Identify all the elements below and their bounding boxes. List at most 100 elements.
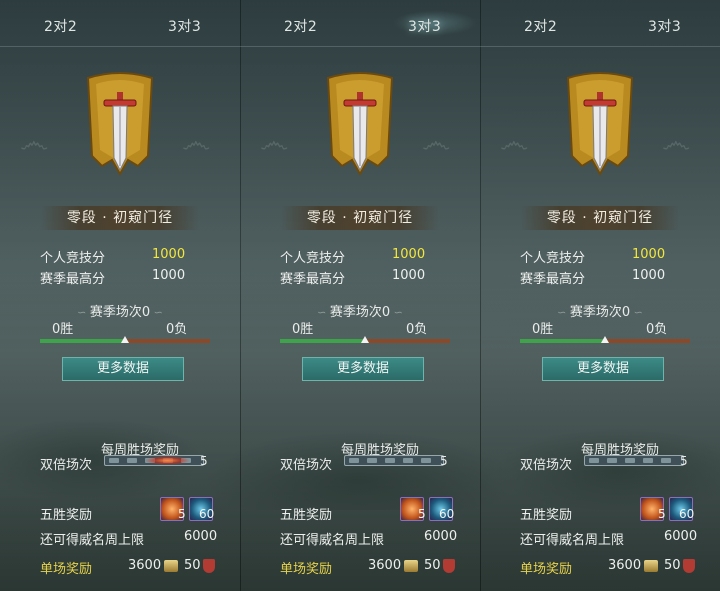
- item2-count: 60: [439, 507, 455, 521]
- single-shield-value: 50: [424, 558, 441, 573]
- item2-count: 60: [679, 507, 695, 521]
- bar-segment: [349, 458, 359, 463]
- bar-segment: [607, 458, 617, 463]
- weekly-cap-label: 还可得威名周上限: [40, 533, 145, 548]
- double-matches-max: 5: [680, 454, 688, 468]
- coin-icon: [404, 560, 418, 572]
- win-loss-marker: [601, 336, 609, 343]
- bar-segment: [367, 458, 377, 463]
- season-matches-text: 赛季场次0: [569, 305, 631, 320]
- cloud-ornament-left: ෴: [500, 125, 529, 160]
- five-win-reward-label: 五胜奖励: [40, 508, 93, 523]
- bar-segment: [403, 458, 413, 463]
- bar-segment: [589, 458, 599, 463]
- bar-segment: [109, 458, 119, 463]
- cloud-ornament-right: ෴: [182, 125, 211, 160]
- season-best-label: 赛季最高分: [40, 272, 106, 287]
- weekly-cap-value: 6000: [664, 529, 698, 544]
- double-matches-label: 双倍场次: [520, 458, 573, 473]
- wins-count: 0胜: [52, 322, 74, 337]
- cloud-ornament-right: ෴: [422, 125, 451, 160]
- arena-panel-2: 2对2 3对3 ෴ ෴ 零段 · 初窥门径 个人竞技分 1000 赛季最高分 1…: [240, 0, 481, 591]
- rank-title: 零段 · 初窥门径: [280, 206, 440, 230]
- double-matches-bar: [104, 453, 204, 468]
- more-data-button[interactable]: 更多数据: [302, 357, 424, 381]
- losses-count: 0负: [166, 322, 188, 337]
- win-loss-marker: [121, 336, 129, 343]
- win-loss-marker: [361, 336, 369, 343]
- sword-banner-emblem-icon: [566, 72, 634, 177]
- item1-count: 5: [418, 507, 426, 521]
- item2-count: 60: [199, 507, 215, 521]
- rank-title: 零段 · 初窥门径: [40, 206, 200, 230]
- single-match-reward-label: 单场奖励: [40, 562, 93, 577]
- single-shield-value: 50: [664, 558, 681, 573]
- single-coin-value: 3600: [368, 558, 402, 573]
- season-matches-text: 赛季场次0: [329, 305, 391, 320]
- weekly-cap-label: 还可得威名周上限: [520, 533, 625, 548]
- double-matches-bar: [344, 455, 444, 466]
- season-matches: ∽ 赛季场次0 ∽: [0, 301, 240, 320]
- tab-3v3[interactable]: 3对3: [408, 16, 441, 36]
- tab-3v3[interactable]: 3对3: [168, 16, 201, 36]
- tab-2v2[interactable]: 2对2: [44, 16, 77, 36]
- double-matches-label: 双倍场次: [280, 458, 333, 473]
- ornament-left-icon: ∽: [557, 306, 570, 319]
- more-data-button[interactable]: 更多数据: [62, 357, 184, 381]
- sword-banner-emblem-icon: [86, 72, 154, 177]
- double-matches-bar: [584, 455, 684, 466]
- ornament-left-icon: ∽: [317, 306, 330, 319]
- fire-effect: [129, 453, 193, 468]
- mode-tabs: 2对2 3对3: [240, 0, 480, 47]
- double-matches-max: 5: [200, 454, 208, 468]
- tab-2v2[interactable]: 2对2: [284, 16, 317, 36]
- losses-count: 0负: [406, 322, 428, 337]
- arena-panel-3: 2对2 3对3 ෴ ෴ 零段 · 初窥门径 个人竞技分 1000 赛季最高分 1…: [480, 0, 720, 591]
- ornament-right-icon: ∽: [150, 306, 163, 319]
- season-best-value: 1000: [392, 268, 426, 283]
- personal-score-label: 个人竞技分: [280, 251, 346, 266]
- ornament-right-icon: ∽: [630, 306, 643, 319]
- season-matches: ∽ 赛季场次0 ∽: [240, 301, 480, 320]
- personal-score-value: 1000: [632, 247, 666, 262]
- single-coin-value: 3600: [128, 558, 162, 573]
- season-matches: ∽ 赛季场次0 ∽: [480, 301, 720, 320]
- weekly-cap-label: 还可得威名周上限: [280, 533, 385, 548]
- bar-segment: [661, 458, 671, 463]
- mode-tabs: 2对2 3对3: [480, 0, 720, 47]
- wins-count: 0胜: [532, 322, 554, 337]
- personal-score-label: 个人竞技分: [40, 251, 106, 266]
- five-win-reward-label: 五胜奖励: [520, 508, 573, 523]
- cloud-ornament-right: ෴: [662, 125, 691, 160]
- mode-tabs: 2对2 3对3: [0, 0, 240, 47]
- single-coin-value: 3600: [608, 558, 642, 573]
- single-shield-value: 50: [184, 558, 201, 573]
- more-data-button[interactable]: 更多数据: [542, 357, 664, 381]
- personal-score-value: 1000: [152, 247, 186, 262]
- coin-icon: [164, 560, 178, 572]
- ornament-left-icon: ∽: [77, 306, 90, 319]
- losses-count: 0负: [646, 322, 668, 337]
- wins-count: 0胜: [292, 322, 314, 337]
- bar-segment: [625, 458, 635, 463]
- season-best-value: 1000: [632, 268, 666, 283]
- bar-segment: [421, 458, 431, 463]
- tab-3v3[interactable]: 3对3: [648, 16, 681, 36]
- sword-banner-emblem-icon: [326, 72, 394, 177]
- double-matches-label: 双倍场次: [40, 458, 93, 473]
- win-fill: [520, 339, 605, 343]
- personal-score-label: 个人竞技分: [520, 251, 586, 266]
- item1-count: 5: [658, 507, 666, 521]
- arena-panel-1: 2对2 3对3 ෴ ෴ 零段 · 初窥门径 个人竞技分 1000 赛季最高分 1…: [0, 0, 241, 591]
- ornament-right-icon: ∽: [390, 306, 403, 319]
- item1-count: 5: [178, 507, 186, 521]
- shield-icon: [683, 559, 695, 573]
- shield-icon: [443, 559, 455, 573]
- win-fill: [40, 339, 125, 343]
- single-match-reward-label: 单场奖励: [280, 562, 333, 577]
- personal-score-value: 1000: [392, 247, 426, 262]
- win-fill: [280, 339, 365, 343]
- season-best-label: 赛季最高分: [280, 272, 346, 287]
- five-win-reward-label: 五胜奖励: [280, 508, 333, 523]
- tab-2v2[interactable]: 2对2: [524, 16, 557, 36]
